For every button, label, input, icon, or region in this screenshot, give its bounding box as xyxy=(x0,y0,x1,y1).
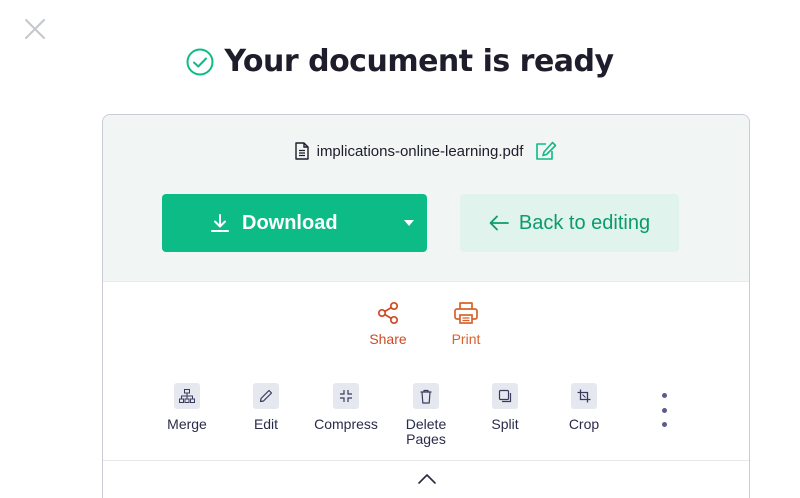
edit-label: Edit xyxy=(253,416,279,432)
share-icon xyxy=(377,301,399,325)
merge-label: Merge xyxy=(167,416,207,432)
trash-icon xyxy=(413,383,439,409)
edit-tool[interactable]: Edit xyxy=(226,383,306,432)
chevron-up-icon[interactable] xyxy=(416,471,438,487)
printer-icon xyxy=(454,302,478,324)
page-title: Your document is ready xyxy=(224,44,614,79)
download-options-button[interactable] xyxy=(391,194,427,252)
divider xyxy=(103,460,749,461)
edit-filename-icon[interactable] xyxy=(535,141,557,161)
back-to-editing-button[interactable]: Back to editing xyxy=(460,194,679,252)
download-button[interactable]: Download xyxy=(162,194,427,252)
download-icon xyxy=(211,214,229,232)
compress-icon xyxy=(333,383,359,409)
file-name: implications-online-learning.pdf xyxy=(316,142,524,160)
sitemap-icon xyxy=(174,383,200,409)
file-row: implications-online-learning.pdf xyxy=(103,141,749,161)
share-label: Share xyxy=(369,331,407,347)
more-tools-button[interactable] xyxy=(658,393,670,427)
more-dot xyxy=(661,393,667,398)
title-row: Your document is ready xyxy=(0,44,800,79)
close-icon[interactable] xyxy=(24,18,46,40)
result-card: implications-online-learning.pdf Downloa… xyxy=(102,114,750,498)
download-label: Download xyxy=(242,211,338,234)
delete-pages-tool[interactable]: Delete Pages xyxy=(386,383,466,447)
copy-icon xyxy=(492,383,518,409)
download-main[interactable]: Download xyxy=(210,212,391,235)
pencil-icon xyxy=(253,383,279,409)
crop-icon xyxy=(571,383,597,409)
crop-label: Crop xyxy=(568,416,600,432)
compress-tool[interactable]: Compress xyxy=(306,383,386,432)
arrow-left-icon xyxy=(489,215,509,231)
compress-label: Compress xyxy=(314,416,378,432)
crop-tool[interactable]: Crop xyxy=(544,383,624,432)
result-dialog: Your document is ready implications-onli… xyxy=(0,0,800,498)
delete-pages-label: Delete Pages xyxy=(405,416,447,447)
merge-tool[interactable]: Merge xyxy=(147,383,227,432)
check-circle-icon xyxy=(186,48,214,75)
split-label: Split xyxy=(491,416,519,432)
card-header: implications-online-learning.pdf Downloa… xyxy=(103,115,749,282)
print-button[interactable]: Print xyxy=(441,301,491,347)
more-dot xyxy=(661,422,667,427)
back-label: Back to editing xyxy=(518,211,651,234)
document-icon xyxy=(294,142,309,160)
print-label: Print xyxy=(451,331,481,347)
split-tool[interactable]: Split xyxy=(465,383,545,432)
share-button[interactable]: Share xyxy=(363,301,413,347)
caret-down-icon xyxy=(404,220,414,226)
more-dot xyxy=(661,407,667,413)
